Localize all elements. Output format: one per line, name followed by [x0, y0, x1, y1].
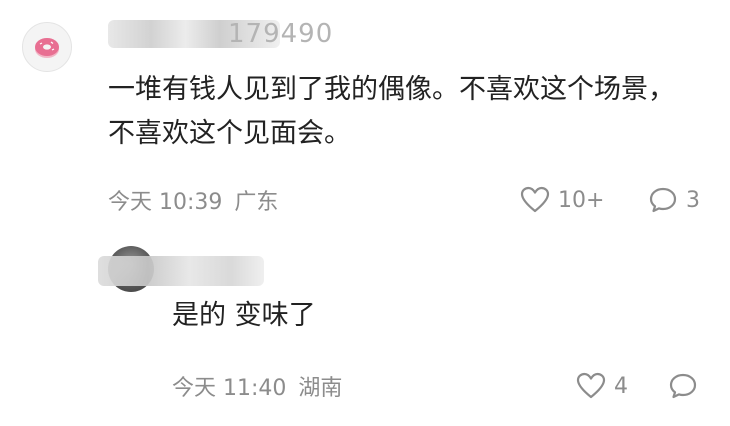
reply-reply-button[interactable]	[668, 372, 698, 400]
username-visible-tail: 179490	[228, 19, 334, 49]
reply-like-button[interactable]: 4	[576, 372, 628, 400]
like-button[interactable]: 10+	[520, 186, 604, 214]
speech-bubble-icon	[669, 373, 697, 399]
reply-time: 今天 11:40	[172, 376, 287, 401]
like-count: 10+	[558, 187, 605, 213]
comment-body: 一堆有钱人见到了我的偶像。不喜欢这个场景， 不喜欢这个见面会。	[108, 68, 708, 156]
reply-username-redaction[interactable]	[98, 256, 264, 286]
reply-like-count: 4	[614, 373, 628, 399]
comment-username[interactable]: 179490	[108, 18, 333, 50]
reply-meta: 今天 11:40 湖南 4	[172, 368, 704, 404]
speech-bubble-icon	[649, 187, 677, 213]
donut-icon	[35, 38, 59, 58]
comment-location: 广东	[234, 190, 279, 215]
comment-line: 一堆有钱人见到了我的偶像。不喜欢这个场景，	[108, 74, 675, 105]
comment-time: 今天 10:39	[108, 190, 223, 215]
reply-button[interactable]: 3	[648, 186, 700, 214]
reply-location: 湖南	[298, 376, 343, 401]
comment-line: 不喜欢这个见面会。	[108, 118, 351, 149]
reply-count: 3	[686, 187, 700, 213]
heart-outline-icon	[576, 372, 606, 399]
heart-outline-icon	[520, 186, 550, 213]
reply-body: 是的 变味了	[172, 300, 316, 331]
comment-meta: 今天 10:39 广东 10+ 3	[108, 182, 704, 218]
avatar[interactable]	[22, 22, 72, 72]
